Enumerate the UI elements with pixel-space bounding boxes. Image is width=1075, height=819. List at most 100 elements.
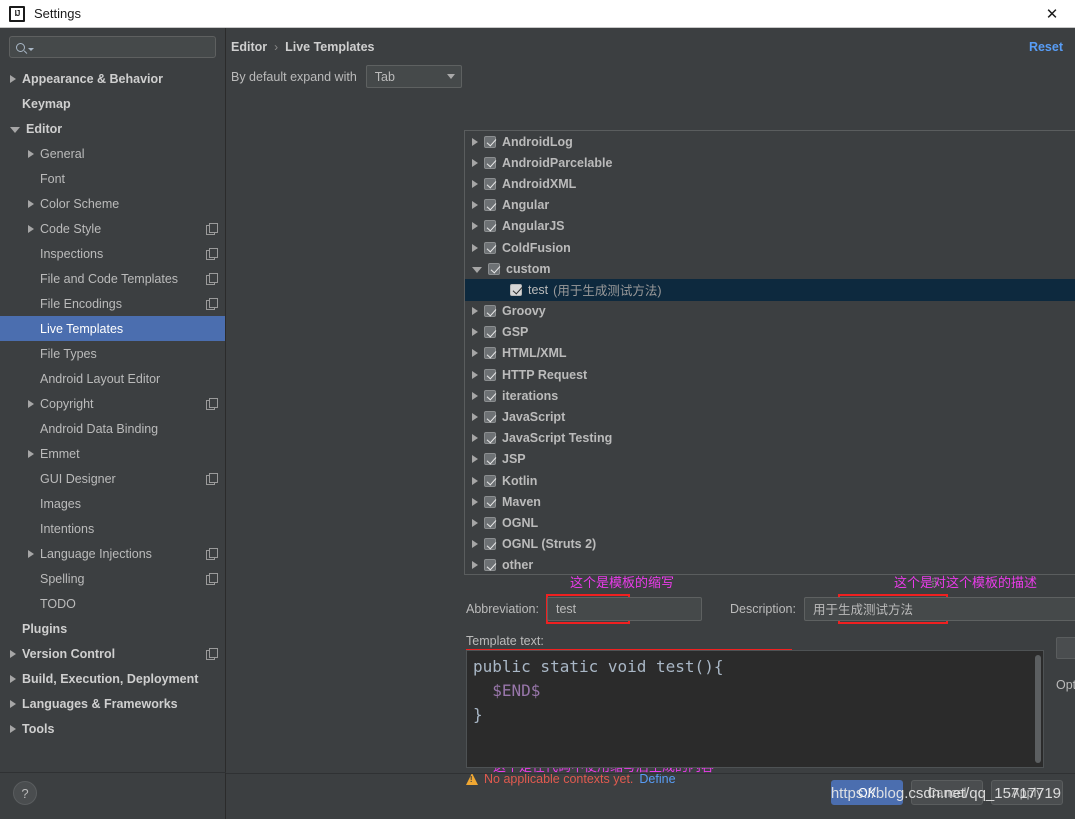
template-enabled-checkbox[interactable] <box>484 474 496 487</box>
chevron-right-icon[interactable] <box>472 201 478 210</box>
sidebar-item-file-types[interactable]: File Types <box>0 341 225 366</box>
template-enabled-checkbox[interactable] <box>484 389 496 402</box>
table-row[interactable]: HTML/XML <box>465 343 1075 364</box>
search-input[interactable] <box>9 36 216 58</box>
table-row[interactable]: OGNL <box>465 512 1075 533</box>
chevron-right-icon[interactable] <box>28 149 34 158</box>
table-row[interactable]: iterations <box>465 385 1075 406</box>
template-enabled-checkbox[interactable] <box>484 326 496 339</box>
chevron-right-icon[interactable] <box>472 455 478 464</box>
chevron-right-icon[interactable] <box>472 137 478 146</box>
sidebar-item-copyright[interactable]: Copyright <box>0 391 225 416</box>
table-row[interactable]: JavaScript <box>465 406 1075 427</box>
settings-tree[interactable]: Appearance & Behavior Keymap Editor General… <box>0 64 225 774</box>
reformat-checkbox-row[interactable]: Reformat according to style <box>1056 734 1075 748</box>
table-row[interactable]: HTTP Request <box>465 364 1075 385</box>
chevron-right-icon[interactable] <box>472 179 478 188</box>
chevron-down-icon[interactable] <box>10 127 20 133</box>
chevron-right-icon[interactable] <box>472 349 478 358</box>
sidebar-item-color-scheme[interactable]: Color Scheme <box>0 191 225 216</box>
chevron-right-icon[interactable] <box>28 549 34 558</box>
template-enabled-checkbox[interactable] <box>484 241 496 254</box>
table-row[interactable]: JavaScript Testing <box>465 428 1075 449</box>
define-link[interactable]: Define <box>639 772 675 786</box>
table-row[interactable]: JSP <box>465 449 1075 470</box>
template-enabled-checkbox[interactable] <box>484 453 496 466</box>
sidebar-item-todo[interactable]: TODO <box>0 591 225 616</box>
copy-settings-icon[interactable] <box>206 548 218 560</box>
edit-variables-button[interactable]: Edit variables <box>1056 637 1075 659</box>
template-enabled-checkbox[interactable] <box>484 177 496 190</box>
sidebar-item-android-layout-editor[interactable]: Android Layout Editor <box>0 366 225 391</box>
shorten-checkbox-row[interactable]: Shorten FQ names <box>1056 755 1075 769</box>
splitter-handle-icon[interactable]: ⣿ <box>931 578 945 587</box>
table-row[interactable]: OGNL (Struts 2) <box>465 534 1075 555</box>
chevron-right-icon[interactable] <box>10 674 16 683</box>
sidebar-item-file-encodings[interactable]: File Encodings <box>0 291 225 316</box>
sidebar-item-keymap[interactable]: Keymap <box>0 91 225 116</box>
table-row[interactable]: AndroidLog <box>465 131 1075 152</box>
chevron-right-icon[interactable] <box>10 74 16 83</box>
chevron-right-icon[interactable] <box>28 199 34 208</box>
chevron-right-icon[interactable] <box>472 497 478 506</box>
template-enabled-checkbox[interactable] <box>488 262 500 275</box>
sidebar-item-version-control[interactable]: Version Control <box>0 641 225 666</box>
sidebar-item-file-and-code-templates[interactable]: File and Code Templates <box>0 266 225 291</box>
template-enabled-checkbox[interactable] <box>484 411 496 424</box>
table-row[interactable]: Kotlin <box>465 470 1075 491</box>
copy-settings-icon[interactable] <box>206 573 218 585</box>
table-row[interactable]: AngularJS <box>465 216 1075 237</box>
sidebar-item-tools[interactable]: Tools <box>0 716 225 741</box>
sidebar-item-spelling[interactable]: Spelling <box>0 566 225 591</box>
table-row[interactable]: GSP <box>465 322 1075 343</box>
template-enabled-checkbox[interactable] <box>484 432 496 445</box>
template-enabled-checkbox[interactable] <box>484 305 496 318</box>
chevron-right-icon[interactable] <box>10 724 16 733</box>
copy-settings-icon[interactable] <box>206 223 218 235</box>
copy-settings-icon[interactable] <box>206 648 218 660</box>
table-row[interactable]: custom <box>465 258 1075 279</box>
sidebar-item-editor[interactable]: Editor <box>0 116 225 141</box>
copy-settings-icon[interactable] <box>206 248 218 260</box>
table-row[interactable]: test (用于生成测试方法) <box>465 279 1075 301</box>
sidebar-item-gui-designer[interactable]: GUI Designer <box>0 466 225 491</box>
default-expand-select[interactable]: Tab <box>365 65 462 88</box>
template-text-editor[interactable]: public static void test(){ $END$ } <box>466 650 1044 768</box>
description-input[interactable]: 用于生成测试方法 <box>803 596 1075 621</box>
sidebar-item-android-data-binding[interactable]: Android Data Binding <box>0 416 225 441</box>
breadcrumb-parent[interactable]: Editor <box>231 40 267 54</box>
chevron-right-icon[interactable] <box>472 561 478 570</box>
template-enabled-checkbox[interactable] <box>484 156 496 169</box>
chevron-right-icon[interactable] <box>472 328 478 337</box>
chevron-right-icon[interactable] <box>472 158 478 167</box>
chevron-right-icon[interactable] <box>472 243 478 252</box>
close-icon[interactable]: ✕ <box>1029 0 1075 27</box>
sidebar-item-emmet[interactable]: Emmet <box>0 441 225 466</box>
table-row[interactable]: AndroidParcelable <box>465 152 1075 173</box>
chevron-right-icon[interactable] <box>472 518 478 527</box>
chevron-right-icon[interactable] <box>472 391 478 400</box>
copy-settings-icon[interactable] <box>206 298 218 310</box>
chevron-right-icon[interactable] <box>28 399 34 408</box>
template-enabled-checkbox[interactable] <box>484 135 496 148</box>
template-enabled-checkbox[interactable] <box>484 559 496 572</box>
template-enabled-checkbox[interactable] <box>484 516 496 529</box>
sidebar-item-languages-frameworks[interactable]: Languages & Frameworks <box>0 691 225 716</box>
live-templates-list[interactable]: AndroidLog AndroidParcelable AndroidXML Ang… <box>465 131 1075 574</box>
chevron-right-icon[interactable] <box>472 370 478 379</box>
template-enabled-checkbox[interactable] <box>484 495 496 508</box>
chevron-right-icon[interactable] <box>10 649 16 658</box>
copy-settings-icon[interactable] <box>206 398 218 410</box>
sidebar-item-appearance-behavior[interactable]: Appearance & Behavior <box>0 66 225 91</box>
sidebar-item-live-templates[interactable]: Live Templates <box>0 316 225 341</box>
table-row[interactable]: Groovy <box>465 301 1075 322</box>
template-enabled-checkbox[interactable] <box>484 538 496 551</box>
reset-link[interactable]: Reset <box>1029 40 1063 54</box>
chevron-right-icon[interactable] <box>472 434 478 443</box>
sidebar-item-intentions[interactable]: Intentions <box>0 516 225 541</box>
sidebar-item-images[interactable]: Images <box>0 491 225 516</box>
chevron-right-icon[interactable] <box>472 476 478 485</box>
table-row[interactable]: ColdFusion <box>465 237 1075 258</box>
template-enabled-checkbox[interactable] <box>484 347 496 360</box>
sidebar-item-build-execution-deployment[interactable]: Build, Execution, Deployment <box>0 666 225 691</box>
